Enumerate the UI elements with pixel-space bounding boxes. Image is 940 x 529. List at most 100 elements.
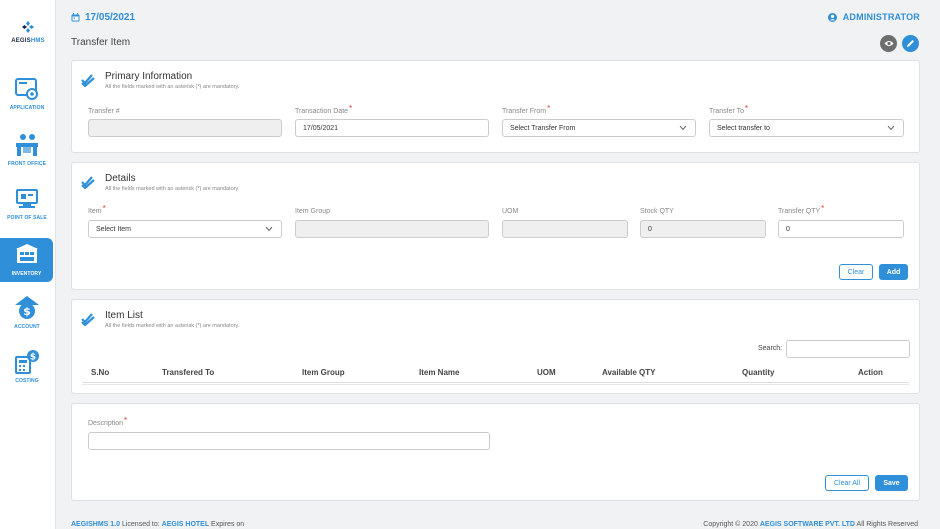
- user-icon: [827, 12, 837, 22]
- current-date: 17/05/2021: [71, 12, 135, 23]
- sidebar-item-label: COSTING: [15, 378, 39, 384]
- point-of-sale-icon: [16, 189, 38, 208]
- company-link[interactable]: AEGIS SOFTWARE PVT. LTD: [760, 521, 855, 528]
- primary-information-panel: Primary Information All the fields marke…: [71, 60, 920, 153]
- description-label: Description*: [88, 416, 128, 427]
- chevron-down-icon: [679, 125, 687, 131]
- sidebar-item-account[interactable]: $ ACCOUNT: [0, 295, 54, 341]
- column-header-item-name[interactable]: Item Name: [419, 368, 459, 377]
- account-icon: $: [15, 296, 39, 319]
- chevron-down-icon: [265, 226, 273, 232]
- column-header-uom[interactable]: UOM: [537, 368, 556, 377]
- save-button[interactable]: Save: [875, 475, 908, 491]
- license-text: Licensed to:: [120, 521, 162, 528]
- column-header-item-group[interactable]: Item Group: [302, 368, 345, 377]
- footer-license: AEGISHMS 1.0 Licensed to: AEGIS HOTEL Ex…: [71, 521, 244, 528]
- column-header-sno[interactable]: S.No: [91, 368, 109, 377]
- panel-title: Primary Information: [105, 71, 193, 82]
- item-list-panel: Item List All the fields marked with an …: [71, 299, 920, 394]
- sidebar-item-label: POINT OF SALE: [7, 215, 47, 221]
- svg-text:$: $: [30, 353, 36, 363]
- double-check-icon: [81, 176, 95, 189]
- mandatory-note: All the fields marked with an asterisk (…: [105, 323, 240, 329]
- calendar-icon: [71, 13, 80, 22]
- user-menu[interactable]: ADMINISTRATOR: [827, 12, 920, 22]
- sidebar-item-front-office[interactable]: FRONT OFFICE: [0, 132, 54, 178]
- footer-copyright: Copyright © 2020 AEGIS SOFTWARE PVT. LTD…: [703, 521, 918, 528]
- search-label: Search:: [758, 345, 783, 352]
- transfer-qty-input[interactable]: 0: [778, 220, 904, 238]
- view-button[interactable]: [880, 35, 897, 52]
- eye-icon: [884, 41, 893, 46]
- uom-input[interactable]: [502, 220, 628, 238]
- item-select[interactable]: Select Item: [88, 220, 282, 238]
- transfer-no-label: Transfer #: [88, 108, 120, 115]
- double-check-icon: [81, 313, 95, 326]
- mandatory-note: All the fields marked with an asterisk (…: [105, 84, 240, 90]
- uom-label: UOM: [502, 208, 519, 215]
- costing-icon: $: [15, 350, 39, 374]
- description-input[interactable]: [88, 432, 490, 450]
- transfer-no-input[interactable]: [88, 119, 282, 137]
- sidebar-item-label: INVENTORY: [11, 271, 42, 277]
- transfer-to-value: Select transfer to: [717, 124, 770, 132]
- description-panel: Description* Clear All Save: [71, 403, 920, 501]
- item-group-input[interactable]: [295, 220, 489, 238]
- mandatory-note: All the fields marked with an asterisk (…: [105, 186, 240, 192]
- brand-logo[interactable]: AEGISHMS: [0, 20, 56, 44]
- transaction-date-input[interactable]: 17/05/2021: [295, 119, 489, 137]
- stock-qty-input[interactable]: 0: [640, 220, 766, 238]
- double-check-icon: [81, 74, 95, 87]
- sidebar-item-label: APPLICATION: [9, 105, 45, 111]
- sidebar-item-costing[interactable]: $ COSTING: [0, 349, 54, 395]
- page-title: Transfer Item: [71, 37, 131, 48]
- sidebar-item-point-of-sale[interactable]: POINT OF SALE: [0, 186, 54, 232]
- clear-all-button[interactable]: Clear All: [825, 475, 869, 491]
- sidebar-item-label: FRONT OFFICE: [7, 161, 47, 167]
- search-input[interactable]: [786, 340, 910, 358]
- stock-qty-label: Stock QTY: [640, 208, 674, 215]
- table-body-divider: [82, 384, 909, 385]
- copyright-text: Copyright © 2020: [703, 521, 760, 528]
- pencil-icon: [907, 40, 914, 47]
- sidebar-item-label: ACCOUNT: [14, 324, 40, 330]
- sidebar-item-inventory[interactable]: INVENTORY: [0, 238, 53, 282]
- column-header-available-qty[interactable]: Available QTY: [602, 368, 656, 377]
- panel-title: Details: [105, 173, 136, 184]
- item-value: Select Item: [96, 225, 132, 233]
- expiry-text: Expires on: [209, 521, 245, 528]
- product-version-link[interactable]: AEGISHMS 1.0: [71, 521, 120, 528]
- clear-button[interactable]: Clear: [839, 264, 873, 280]
- transfer-to-select[interactable]: Select transfer to: [709, 119, 904, 137]
- licensee-link[interactable]: AEGIS HOTEL: [162, 521, 209, 528]
- add-button[interactable]: Add: [879, 264, 908, 280]
- svg-text:$: $: [23, 305, 31, 318]
- column-header-quantity[interactable]: Quantity: [742, 368, 774, 377]
- transfer-from-value: Select Transfer From: [510, 124, 576, 132]
- column-header-action[interactable]: Action: [858, 368, 883, 377]
- edit-button[interactable]: [902, 35, 919, 52]
- panel-header: Details All the fields marked with an as…: [81, 173, 239, 192]
- transfer-qty-label: Transfer QTY*: [778, 204, 825, 215]
- panel-title: Item List: [105, 310, 143, 321]
- table-header-divider: [82, 382, 909, 383]
- transfer-from-label: Transfer From*: [502, 104, 551, 115]
- sidebar: AEGISHMS APPLICATION FRONT OFFICE POINT …: [0, 0, 56, 529]
- details-panel: Details All the fields marked with an as…: [71, 162, 920, 290]
- transfer-from-select[interactable]: Select Transfer From: [502, 119, 696, 137]
- transaction-date-label: Transaction Date*: [295, 104, 353, 115]
- rights-text: All Rights Reserved: [854, 521, 918, 528]
- application-icon: [15, 78, 38, 100]
- brand-name: AEGISHMS: [11, 38, 45, 44]
- inventory-icon: [15, 244, 38, 263]
- item-group-label: Item Group: [295, 208, 331, 215]
- column-header-transfered-to[interactable]: Transfered To: [162, 368, 214, 377]
- user-name: ADMINISTRATOR: [842, 12, 920, 22]
- transfer-to-label: Transfer To*: [709, 104, 749, 115]
- front-office-icon: [16, 134, 38, 156]
- panel-header: Item List All the fields marked with an …: [81, 310, 239, 329]
- sidebar-item-application[interactable]: APPLICATION: [0, 76, 54, 122]
- logo-icon: [22, 21, 34, 33]
- panel-header: Primary Information All the fields marke…: [81, 71, 239, 90]
- item-label: Item*: [88, 204, 106, 215]
